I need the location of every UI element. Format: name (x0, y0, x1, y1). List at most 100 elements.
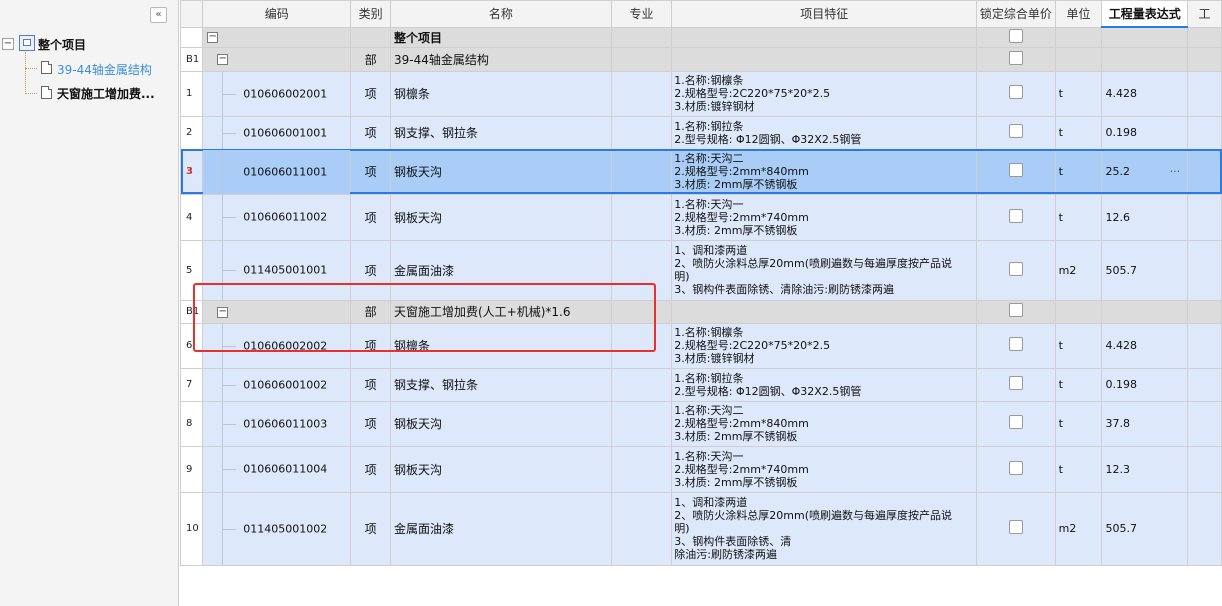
code-cell[interactable]: 010606011001 (202, 148, 352, 195)
code-cell[interactable]: 010606002001 (202, 70, 352, 117)
row-number[interactable]: 1 (180, 70, 204, 117)
name-cell[interactable]: 钢板天沟 (389, 148, 612, 195)
code-cell[interactable]: 010606001002 (202, 367, 352, 402)
quantity-cell[interactable] (1101, 46, 1189, 72)
features-cell[interactable]: 1.名称:钢拉条 2.型号规格: Φ12圆钢、Φ32X2.5钢管 (671, 115, 978, 150)
extra-cell[interactable] (1187, 148, 1222, 195)
name-cell[interactable]: 钢板天沟 (389, 400, 612, 447)
tree-root-label[interactable]: 整个项目 (38, 36, 86, 53)
features-cell[interactable]: 1.名称:天沟一 2.规格型号:2mm*740mm 3.材质: 2mm厚不锈钢板 (671, 193, 978, 241)
column-header-name[interactable]: 名称 (389, 0, 612, 28)
name-cell[interactable]: 天窗施工增加费(人工+机械)*1.6 (389, 299, 612, 324)
column-header-quantity-expression[interactable]: 工程量表达式 (1101, 0, 1189, 28)
table-row[interactable]: B1 − 部 39-44轴金属结构 (180, 46, 1222, 72)
unit-cell[interactable] (1054, 299, 1103, 324)
quantity-cell[interactable]: 4.428 (1101, 322, 1189, 369)
table-row[interactable]: 8 010606011003 项钢板天沟 1.名称:天沟二 2.规格型号:2mm*840… (180, 400, 1222, 447)
features-cell[interactable]: 1.名称:天沟二 2.规格型号:2mm*840mm 3.材质: 2mm厚不锈钢板 (671, 400, 978, 447)
lock-price-checkbox[interactable] (1008, 520, 1023, 534)
unit-cell[interactable]: t (1054, 70, 1103, 117)
extra-cell[interactable] (1187, 239, 1222, 301)
column-header-specialty[interactable]: 专业 (610, 0, 673, 28)
unit-cell[interactable]: t (1054, 115, 1103, 150)
table-row[interactable]: 7 010606001002 项钢支撑、钢拉条 1.名称:钢拉条 2.型号规格: Φ12… (180, 367, 1222, 402)
table-row[interactable]: B1 − 部天窗施工增加费(人工+机械)*1.6 (180, 299, 1222, 324)
type-cell[interactable]: 项 (350, 322, 391, 369)
name-cell[interactable]: 钢檩条 (389, 70, 612, 117)
quantity-cell[interactable] (1101, 299, 1189, 324)
name-cell[interactable]: 钢板天沟 (389, 445, 612, 493)
extra-cell[interactable] (1187, 322, 1222, 369)
specialty-cell[interactable] (610, 322, 673, 369)
lock-price-checkbox[interactable] (1008, 261, 1023, 276)
name-cell[interactable]: 钢支撑、钢拉条 (389, 367, 612, 402)
table-row[interactable]: 3 010606011001 项钢板天沟 1.名称:天沟二 2.规格型号:2mm*840… (180, 148, 1222, 195)
extra-cell[interactable] (1187, 193, 1222, 241)
table-row[interactable]: 10 011405001002 项金属面油漆 1、调和漆两道 2、喷防火涂料总厚20mm… (180, 491, 1222, 566)
extra-cell[interactable] (1187, 400, 1222, 447)
quantity-cell[interactable]: 505.7 (1101, 491, 1189, 566)
quantity-cell[interactable]: 37.8 (1101, 400, 1189, 447)
row-number[interactable]: 8 (180, 400, 204, 447)
name-cell[interactable]: 39-44轴金属结构 (389, 46, 612, 72)
code-cell[interactable]: 011405001001 (202, 239, 352, 301)
extra-cell[interactable] (1187, 115, 1222, 150)
features-cell[interactable] (671, 299, 978, 324)
row-number[interactable]: 7 (180, 367, 204, 402)
row-number[interactable]: 6 (180, 322, 204, 369)
column-header-features[interactable]: 项目特征 (671, 0, 978, 28)
unit-cell[interactable]: t (1054, 322, 1103, 369)
specialty-cell[interactable] (610, 400, 673, 447)
type-cell[interactable]: 项 (350, 367, 391, 402)
column-header-code[interactable]: 编码 (202, 0, 352, 28)
features-cell[interactable]: 1.名称:钢檩条 2.规格型号:2C220*75*20*2.5 3.材质:镀锌钢材 (671, 322, 978, 369)
extra-cell[interactable] (1187, 70, 1222, 117)
specialty-cell[interactable] (610, 367, 673, 402)
specialty-cell[interactable] (610, 115, 673, 150)
unit-cell[interactable]: t (1054, 445, 1103, 493)
row-number[interactable] (180, 26, 204, 48)
features-cell[interactable] (671, 26, 978, 48)
quantity-cell[interactable]: 505.7 (1101, 239, 1189, 301)
code-cell[interactable]: − (202, 299, 352, 324)
collapse-row-icon[interactable]: − (217, 306, 229, 318)
features-cell[interactable]: 1.名称:天沟一 2.规格型号:2mm*740mm 3.材质: 2mm厚不锈钢板 (671, 445, 978, 493)
type-cell[interactable]: 项 (350, 115, 391, 150)
row-number[interactable]: 5 (180, 239, 204, 301)
lock-price-checkbox[interactable] (1008, 208, 1023, 223)
table-row[interactable]: 6 010606002002 项钢檩条 1.名称:钢檩条 2.规格型号:2C220*75… (180, 322, 1222, 369)
quantity-cell[interactable]: 4.428 (1101, 70, 1189, 117)
quantity-cell[interactable]: 12.3 (1101, 445, 1189, 493)
name-cell[interactable]: 钢支撑、钢拉条 (389, 115, 612, 150)
code-cell[interactable]: 010606011003 (202, 400, 352, 447)
specialty-cell[interactable] (610, 46, 673, 72)
name-cell[interactable]: 金属面油漆 (389, 239, 612, 301)
collapse-panel-button[interactable]: « (150, 7, 167, 23)
quantity-cell[interactable]: 25.2 ··· (1101, 148, 1189, 195)
type-cell[interactable]: 部 (350, 46, 391, 72)
extra-cell[interactable] (1187, 445, 1222, 493)
table-row[interactable]: 1 010606002001 项钢檩条 1.名称:钢檩条 2.规格型号:2C220*75… (180, 70, 1222, 117)
quantity-cell[interactable]: 12.6 (1101, 193, 1189, 241)
unit-cell[interactable]: t (1054, 193, 1103, 241)
collapse-row-icon[interactable]: − (207, 32, 219, 43)
features-cell[interactable]: 1、调和漆两道 2、喷防火涂料总厚20mm(喷刷遍数与每遍厚度按产品说 明) 3、钢构… (671, 491, 978, 566)
lock-price-checkbox[interactable] (1008, 303, 1023, 317)
type-cell[interactable]: 项 (350, 193, 391, 241)
specialty-cell[interactable] (610, 26, 673, 48)
lock-price-checkbox[interactable] (1008, 85, 1023, 99)
type-cell[interactable]: 项 (350, 239, 391, 301)
extra-cell[interactable] (1187, 491, 1222, 566)
unit-cell[interactable]: t (1054, 148, 1103, 195)
column-header-next[interactable]: 工 (1187, 0, 1222, 28)
type-cell[interactable]: 项 (350, 70, 391, 117)
lock-price-checkbox[interactable] (1008, 124, 1023, 138)
unit-cell[interactable]: m2 (1054, 239, 1103, 301)
table-row[interactable]: − 整个项目 (180, 26, 1222, 48)
lock-price-checkbox[interactable] (1008, 415, 1023, 429)
name-cell[interactable]: 整个项目 (389, 26, 612, 48)
features-cell[interactable]: 1.名称:钢檩条 2.规格型号:2C220*75*20*2.5 3.材质:镀锌钢材 (671, 70, 978, 117)
tree-collapse-icon[interactable]: − (2, 38, 14, 50)
unit-cell[interactable]: m2 (1054, 491, 1103, 566)
code-cell[interactable]: 011405001002 (202, 491, 352, 566)
